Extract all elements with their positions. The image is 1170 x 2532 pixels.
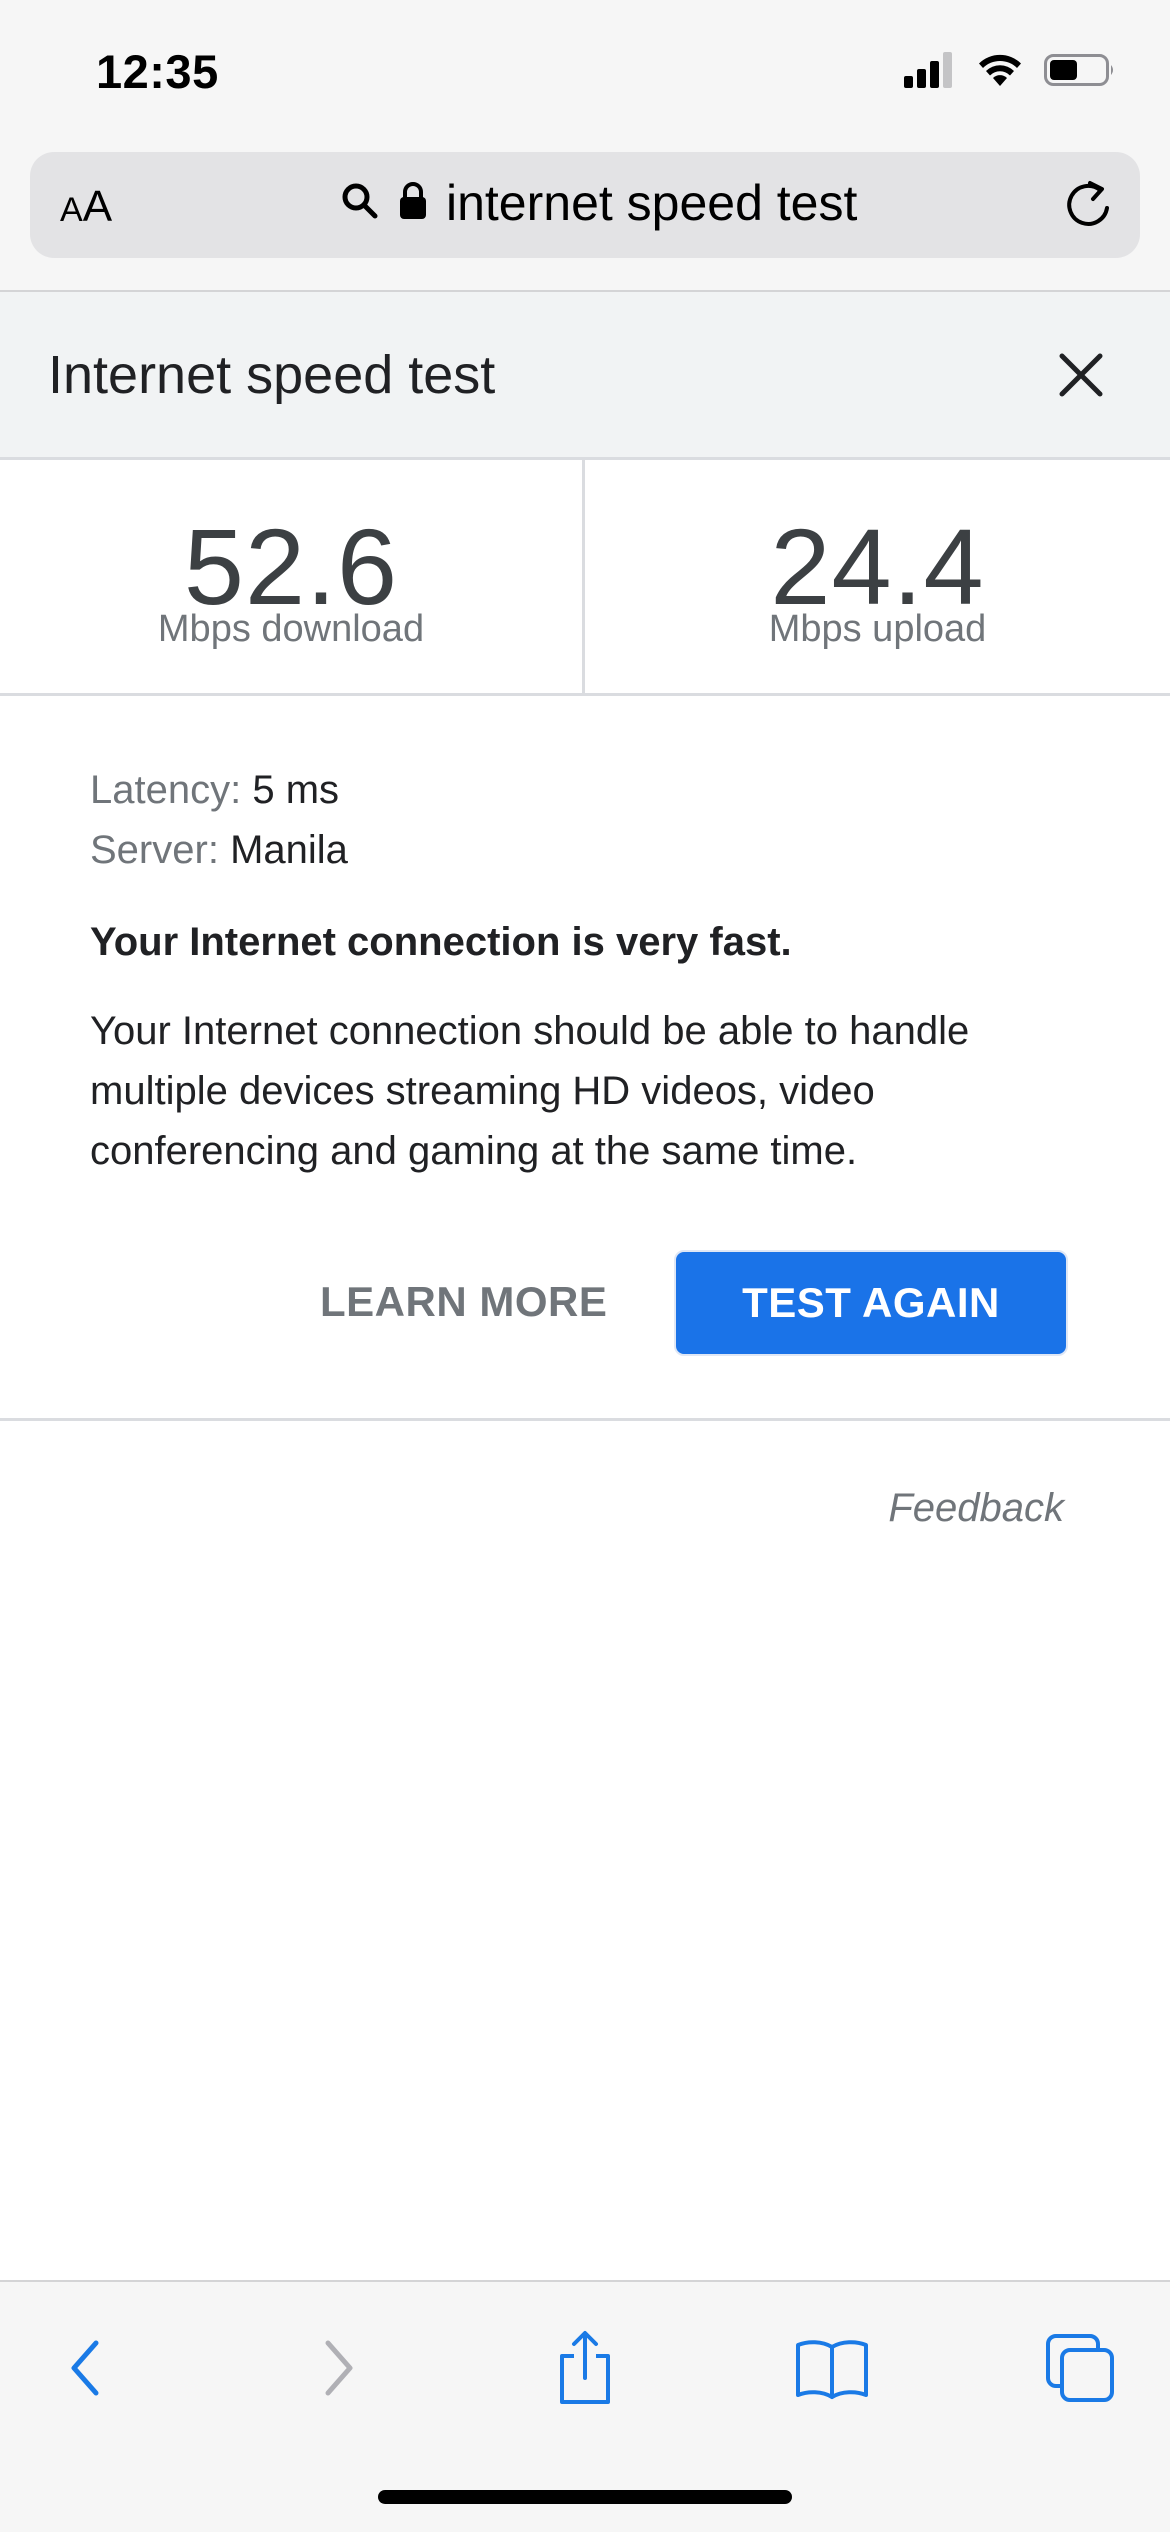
panel-title: Internet speed test [48, 345, 496, 405]
cellular-signal-icon [904, 52, 956, 93]
latency-value: 5 ms [252, 768, 340, 812]
back-icon[interactable] [46, 2328, 126, 2408]
server-row: Server: Manila [90, 820, 1090, 880]
status-time: 12:35 [96, 45, 219, 98]
learn-more-button[interactable]: LEARN MORE [320, 1278, 607, 1326]
lock-icon [398, 181, 428, 226]
battery-icon [1044, 52, 1116, 93]
result-headline: Your Internet connection is very fast. [90, 920, 792, 964]
bookmarks-icon[interactable] [792, 2328, 872, 2408]
url-text: internet speed test [446, 175, 858, 231]
speed-test-header: Internet speed test [0, 292, 1170, 460]
upload-label: Mbps upload [768, 608, 987, 650]
server-value: Manila [230, 828, 348, 872]
feedback-link[interactable]: Feedback [888, 1486, 1064, 1531]
search-icon [340, 181, 380, 226]
status-icons [904, 52, 1116, 93]
download-result: 52.6 Mbps download [0, 460, 585, 693]
address-bar[interactable]: AA internet speed test [30, 152, 1140, 258]
latency-key: Latency: [90, 768, 242, 812]
test-again-button[interactable]: TEST AGAIN [674, 1250, 1068, 1356]
upload-result: 24.4 Mbps upload [585, 460, 1170, 693]
result-description: Your Internet connection should be able … [90, 1009, 970, 1173]
speed-results: 52.6 Mbps download 24.4 Mbps upload [0, 460, 1170, 696]
share-icon[interactable] [545, 2328, 625, 2408]
url-display[interactable]: internet speed test [340, 174, 857, 232]
download-label: Mbps download [157, 608, 425, 650]
text-size-button[interactable]: AA [60, 182, 112, 232]
home-indicator [378, 2490, 792, 2504]
result-details: Latency: 5 ms Server: Manila Your Intern… [90, 760, 1090, 1181]
latency-row: Latency: 5 ms [90, 760, 1090, 820]
tabs-icon[interactable] [1040, 2328, 1120, 2408]
status-bar: 12:35 [0, 0, 1170, 150]
reload-icon[interactable] [1060, 178, 1116, 234]
browser-address-area: AA internet speed test [0, 150, 1170, 292]
server-key: Server: [90, 828, 219, 872]
close-icon[interactable] [1048, 342, 1114, 408]
forward-icon[interactable] [298, 2328, 378, 2408]
divider [0, 1418, 1170, 1421]
wifi-icon [976, 52, 1024, 93]
result-actions: LEARN MORE TEST AGAIN [0, 1250, 1170, 1356]
